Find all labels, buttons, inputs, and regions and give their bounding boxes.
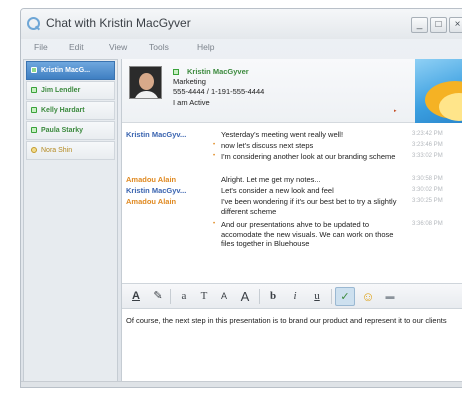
continuation-bullet-icon: • [213,153,216,159]
grow-font-icon[interactable]: A [235,287,255,306]
contact-item-kelly[interactable]: Kelly Hardart [26,101,115,120]
message-text: I've been wondering if it's our best bet… [221,197,397,216]
online-status-icon [31,67,37,73]
status-bar [21,381,462,387]
contact-business-card: Kristin MacGyver Marketing 555-4444 / 1-… [122,59,462,123]
profile-status-message: I am Active [173,98,210,107]
profile-name[interactable]: Kristin MacGyver [187,67,249,76]
continuation-bullet-icon: • [213,142,216,148]
message-text: now let's discuss next steps [221,141,314,150]
contact-name: Jim Lendler [41,87,81,94]
online-status-icon [31,127,37,133]
toolbar-divider [259,289,260,304]
menu-tools[interactable]: Tools [149,42,169,52]
message-text: Yesterday's meeting went really well! [221,130,344,139]
message-sender: Amadou Alain [126,175,177,184]
menu-file[interactable]: File [34,42,48,52]
contact-item-jim[interactable]: Jim Lendler [26,81,115,100]
emoticon-icon[interactable]: ☺ [358,287,378,306]
underline-icon[interactable]: u [307,287,327,306]
message-text: Alright. Let me get my notes... [221,175,321,184]
conversation-pane: Kristin MacGyver Marketing 555-4444 / 1-… [121,59,462,387]
banner-graphic [415,59,462,123]
window-title: Chat with Kristin MacGyver [46,16,191,30]
expand-arrow-icon[interactable]: ▸ [394,108,397,114]
online-status-icon [31,87,37,93]
font-icon[interactable]: a [174,287,194,306]
message-time: 3:23:42 PM [412,131,443,137]
text-color-icon[interactable]: A̲ [126,287,146,306]
message-time: 3:33:02 PM [412,153,443,159]
contact-item-nora[interactable]: Nora Shin [26,141,115,160]
text-size-icon[interactable]: T [194,287,214,306]
menu-bar: File Edit View Tools Help [21,39,462,57]
message-time: 3:23:46 PM [412,142,443,148]
message-compose-field[interactable]: Of course, the next step in this present… [122,310,462,387]
toolbar-divider [331,289,332,304]
chat-app-icon [27,17,40,30]
menu-view[interactable]: View [109,42,127,52]
toolbar-divider [170,289,171,304]
message-time: 3:36:08 PM [412,221,443,227]
title-bar[interactable]: Chat with Kristin MacGyver _ □ × [21,9,462,39]
menu-help[interactable]: Help [197,42,214,52]
message-sender: Amadou Alain [126,197,177,206]
close-button[interactable]: × [449,17,462,33]
message-sender: Kristin MacGyv... [126,130,187,139]
message-time: 3:30:02 PM [412,187,443,193]
contact-name: Paula Starky [41,127,84,134]
shrink-font-icon[interactable]: A [214,287,234,306]
message-text: I'm considering another look at our bran… [221,152,396,161]
spellcheck-icon[interactable]: ✓ [335,287,355,306]
minimize-button[interactable]: _ [411,17,428,33]
menu-edit[interactable]: Edit [69,42,84,52]
italic-icon[interactable]: i [285,287,305,306]
profile-phone[interactable]: 555-4444 / 1-191-555-4444 [173,87,264,96]
bold-icon[interactable]: b [263,287,283,306]
chat-window: Chat with Kristin MacGyver _ □ × File Ed… [20,8,462,388]
online-status-icon [173,69,179,75]
contact-item-kristin[interactable]: Kristin MacG... [26,61,115,80]
contact-name: Kelly Hardart [41,107,85,114]
avatar[interactable] [129,66,162,99]
profile-department: Marketing [173,77,206,86]
contact-item-paula[interactable]: Paula Starky [26,121,115,140]
chat-transcript[interactable]: Kristin MacGyv... Yesterday's meeting we… [122,124,462,283]
contact-list: Kristin MacG... Jim Lendler Kelly Hardar… [23,59,118,384]
more-icon[interactable]: ▬ [380,287,400,306]
message-time: 3:30:58 PM [412,176,443,182]
maximize-button[interactable]: □ [430,17,447,33]
online-status-icon [31,107,37,113]
formatting-toolbar: A̲ ✎ a T A A b i u ✓ ☺ ▬ [122,283,462,309]
highlight-icon[interactable]: ✎ [148,287,168,306]
message-text: And our presentations ahve to be updated… [221,220,394,249]
contact-name: Kristin MacG... [41,67,91,74]
contact-name: Nora Shin [41,147,73,154]
message-time: 3:30:25 PM [412,198,443,204]
continuation-bullet-icon: • [213,221,216,227]
away-status-icon [31,147,37,153]
message-text: Let's consider a new look and feel [221,186,334,195]
message-sender: Kristin MacGyv... [126,186,187,195]
